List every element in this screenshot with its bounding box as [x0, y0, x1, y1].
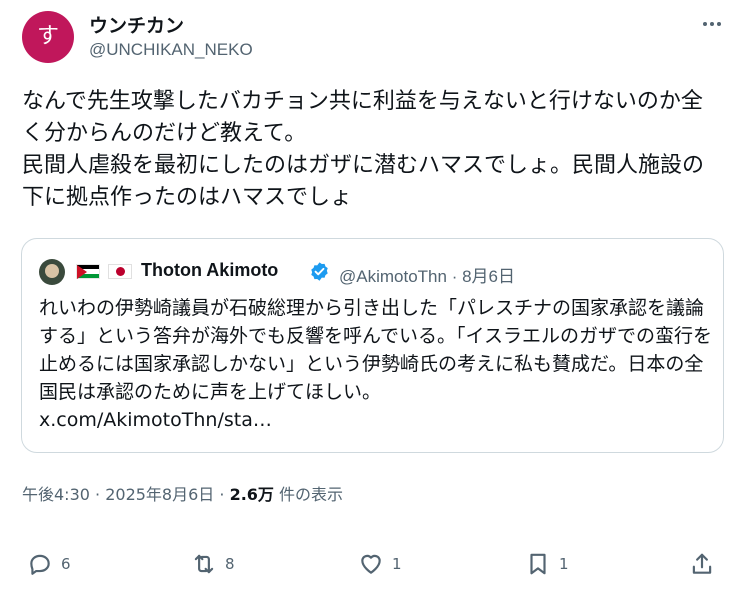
author-avatar[interactable]: す [22, 11, 74, 63]
repost-count: 8 [225, 555, 235, 573]
like-count: 1 [392, 555, 402, 573]
quoted-text: れいわの伊勢崎議員が石破総理から引き出した「パレスチナの国家承認を議論する」とい… [39, 297, 712, 431]
quoted-handle-date[interactable]: @AkimotoThn · 8月6日 [339, 262, 515, 287]
bookmark-button[interactable]: 1 [525, 546, 569, 582]
action-bar: 6 8 1 1 [0, 546, 747, 582]
quoted-avatar[interactable] [39, 259, 65, 285]
reply-button[interactable]: 6 [27, 546, 71, 582]
share-icon [692, 553, 712, 574]
palestine-flag-icon [76, 264, 100, 279]
post-meta: 午後4:30 · 2025年8月6日 · 2.6万 件の表示 [22, 485, 344, 504]
quoted-link[interactable]: x.com/AkimotoThn/sta… [39, 409, 272, 431]
bookmark-icon [530, 553, 546, 575]
like-button[interactable]: 1 [358, 546, 402, 582]
more-options-icon[interactable] [696, 10, 728, 38]
japan-flag-icon [108, 264, 132, 279]
views-label: 件の表示 [279, 485, 344, 504]
post-text: なんで先生攻撃したバカチョン共に利益を与えないと行けないのか全く分からんのだけど… [22, 89, 705, 210]
repost-icon [194, 554, 214, 574]
views-count: 2.6万 [229, 485, 274, 504]
verified-badge-icon [311, 262, 328, 281]
bookmark-count: 1 [559, 555, 569, 573]
reply-count: 6 [61, 555, 71, 573]
post-date[interactable]: 2025年8月6日 [105, 485, 214, 504]
repost-button[interactable]: 8 [191, 546, 235, 582]
author-handle[interactable]: @UNCHIKAN_NEKO [89, 40, 253, 60]
share-button[interactable] [689, 546, 715, 582]
post-time[interactable]: 午後4:30 [22, 485, 90, 504]
reply-icon [30, 554, 50, 575]
heart-icon [361, 554, 381, 574]
author-display-name[interactable]: ウンチカン [89, 11, 184, 38]
quoted-post[interactable]: Thoton Akimoto @AkimotoThn · 8月6日 れいわの伊勢… [21, 238, 724, 453]
quoted-display-name[interactable]: Thoton Akimoto [141, 260, 278, 281]
